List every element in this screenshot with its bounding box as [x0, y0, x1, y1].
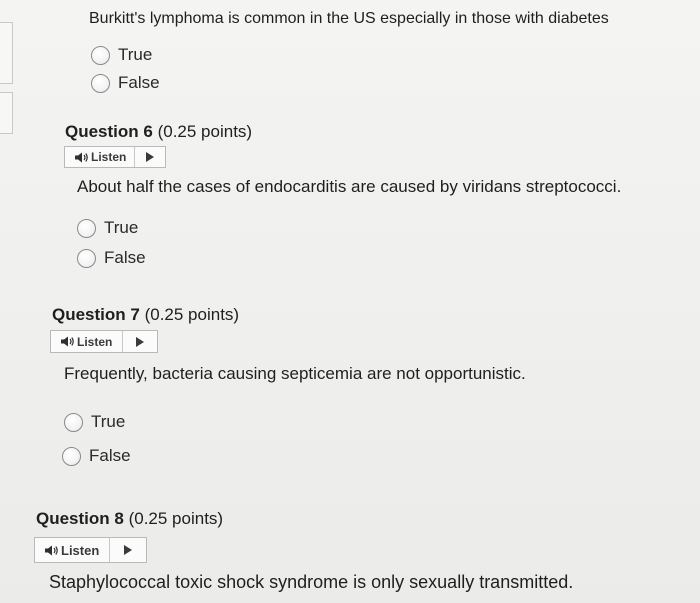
question-number: Question 8	[36, 509, 124, 528]
play-icon	[136, 336, 145, 347]
listen-label: Listen	[77, 334, 113, 349]
question-8-text: Staphylococcal toxic shock syndrome is o…	[49, 572, 574, 592]
question-number: Question 7	[52, 305, 140, 324]
listen-main[interactable]: Listen	[65, 147, 136, 167]
question-5-text: Burkitt's lymphoma is common in the US e…	[89, 10, 609, 27]
q6-listen-button[interactable]: Listen	[64, 146, 167, 168]
speaker-icon	[45, 545, 58, 556]
play-icon	[146, 152, 155, 162]
listen-label: Listen	[61, 542, 100, 558]
question-7-text: Frequently, bacteria causing septicemia …	[64, 364, 526, 383]
q5-option-false[interactable]: False	[91, 71, 160, 95]
left-edge-panel-lower	[0, 92, 13, 134]
listen-main[interactable]: Listen	[35, 538, 111, 562]
option-label: True	[91, 412, 126, 431]
option-label: True	[118, 45, 153, 64]
question-points: (0.25 points)	[123, 509, 224, 528]
q7-listen-button[interactable]: Listen	[50, 330, 159, 353]
question-6-text: About half the cases of endocarditis are…	[77, 177, 622, 196]
q8-listen-button[interactable]: Listen	[34, 537, 148, 563]
q7-option-true[interactable]: True	[64, 410, 125, 434]
left-edge-panel	[0, 22, 13, 84]
question-7-heading: Question 7 (0.25 points)	[52, 305, 239, 325]
radio-button[interactable]	[64, 412, 83, 432]
question-number: Question 6	[65, 122, 153, 141]
q7-option-false[interactable]: False	[62, 444, 131, 468]
listen-label: Listen	[91, 150, 127, 164]
radio-button[interactable]	[62, 446, 81, 466]
play-button[interactable]	[123, 331, 157, 352]
q5-option-true[interactable]: True	[91, 43, 152, 67]
speaker-icon	[75, 152, 88, 163]
play-button[interactable]	[135, 147, 165, 167]
speaker-icon	[61, 336, 74, 347]
option-label: False	[118, 73, 160, 92]
radio-button[interactable]	[77, 248, 96, 268]
listen-main[interactable]: Listen	[51, 331, 124, 352]
question-8-heading: Question 8 (0.25 points)	[36, 509, 223, 529]
play-button[interactable]	[110, 538, 146, 562]
option-label: False	[104, 248, 146, 267]
question-6-heading: Question 6 (0.25 points)	[65, 122, 252, 142]
question-points: (0.25 points)	[139, 305, 240, 324]
radio-button[interactable]	[91, 45, 110, 65]
radio-button[interactable]	[91, 73, 110, 93]
radio-button[interactable]	[77, 218, 96, 238]
option-label: True	[104, 218, 139, 237]
question-points: (0.25 points)	[152, 122, 253, 141]
q6-option-true[interactable]: True	[77, 216, 138, 240]
play-icon	[124, 545, 133, 555]
q6-option-false[interactable]: False	[77, 246, 146, 270]
option-label: False	[89, 446, 131, 465]
